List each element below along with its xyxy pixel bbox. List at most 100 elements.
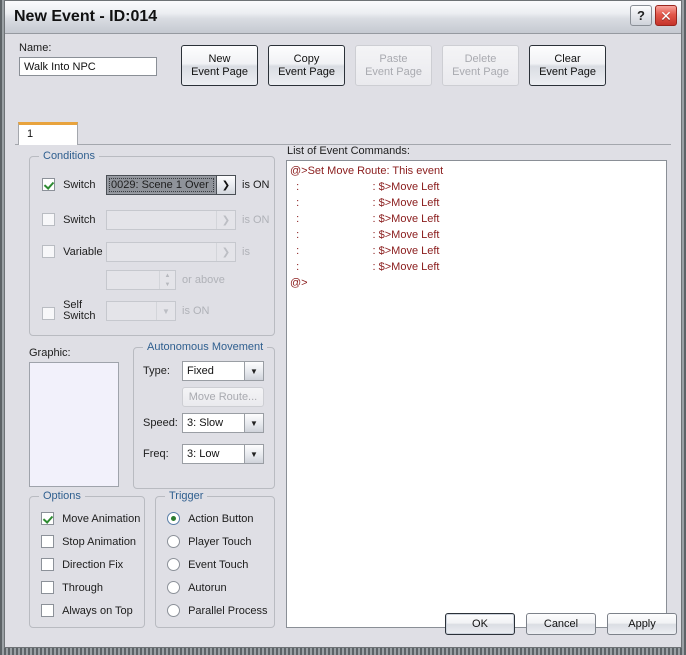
clear-event-page-line1: Clear xyxy=(554,52,581,65)
copy-event-page-line1: Copy xyxy=(293,52,320,65)
variable-stepper-suffix: or above xyxy=(182,274,225,286)
autorun-label: Autorun xyxy=(188,581,227,594)
option-move-animation[interactable]: Move Animation xyxy=(41,512,140,525)
movement-speed-value: 3: Slow xyxy=(187,417,224,429)
stop-animation-label: Stop Animation xyxy=(62,535,137,548)
cancel-button[interactable]: Cancel xyxy=(526,613,596,635)
self-switch-select: ▼ xyxy=(106,301,176,321)
condition-switch1-row: Switch xyxy=(42,178,95,191)
event-editor-window: New Event - ID:014 ? ✕ Name: New Event P… xyxy=(4,0,682,648)
event-commands-label: List of Event Commands: xyxy=(287,145,410,157)
switch1-suffix: is ON xyxy=(242,179,270,191)
window-title: New Event - ID:014 xyxy=(14,8,158,25)
switch2-browse-icon: ❯ xyxy=(216,211,235,229)
list-item[interactable]: : : $>Move Left xyxy=(290,195,666,211)
ok-button[interactable]: OK xyxy=(445,613,515,635)
list-item[interactable]: : : $>Move Left xyxy=(290,243,666,259)
switch1-checkbox[interactable] xyxy=(42,178,55,191)
variable-suffix: is xyxy=(242,246,250,258)
copy-event-page-button[interactable]: Copy Event Page xyxy=(268,45,345,86)
trigger-player-touch[interactable]: Player Touch xyxy=(167,535,251,548)
switch1-value: 0029: Scene 1 Over xyxy=(108,177,215,193)
close-button[interactable]: ✕ xyxy=(655,5,677,26)
self-switch-label-line2: Switch xyxy=(63,310,96,322)
self-switch-checkbox[interactable] xyxy=(42,307,55,320)
chevron-down-icon[interactable]: ▼ xyxy=(244,414,263,432)
list-item[interactable]: : : $>Move Left xyxy=(290,211,666,227)
list-item[interactable]: @> xyxy=(290,275,666,291)
event-touch-label: Event Touch xyxy=(188,558,249,571)
delete-event-page-line2: Event Page xyxy=(452,65,509,78)
movement-freq-value: 3: Low xyxy=(187,448,220,460)
clear-event-page-line2: Event Page xyxy=(539,65,596,78)
variable-label: Variable xyxy=(63,245,103,258)
trigger-autorun[interactable]: Autorun xyxy=(167,581,227,594)
variable-checkbox[interactable] xyxy=(42,245,55,258)
trigger-action-button[interactable]: Action Button xyxy=(167,512,254,525)
list-item[interactable]: : : $>Move Left xyxy=(290,259,666,275)
list-item[interactable]: @>Set Move Route: This event xyxy=(290,163,666,179)
switch2-select: ❯ xyxy=(106,210,236,230)
autorun-radio[interactable] xyxy=(167,581,180,594)
list-item[interactable]: : : $>Move Left xyxy=(290,179,666,195)
options-legend: Options xyxy=(39,490,85,502)
autonomous-movement-group: Autonomous Movement Type: Fixed ▼ Move R… xyxy=(133,341,275,489)
action-button-label: Action Button xyxy=(188,512,254,525)
options-group: Options Move Animation Stop Animation Di… xyxy=(29,490,145,628)
tab-page-1[interactable]: 1 xyxy=(18,122,78,145)
stop-animation-checkbox[interactable] xyxy=(41,535,54,548)
option-through[interactable]: Through xyxy=(41,581,103,594)
switch1-select[interactable]: 0029: Scene 1 Over ❯ xyxy=(106,175,236,195)
action-button-radio[interactable] xyxy=(167,512,180,525)
name-label: Name: xyxy=(19,42,52,54)
delete-event-page-button: Delete Event Page xyxy=(442,45,519,86)
event-commands-list[interactable]: @>Set Move Route: This event : : $>Move … xyxy=(286,160,667,628)
through-checkbox[interactable] xyxy=(41,581,54,594)
event-page-tab-strip: 1 xyxy=(15,122,671,145)
move-animation-checkbox[interactable] xyxy=(41,512,54,525)
movement-freq-select[interactable]: 3: Low ▼ xyxy=(182,444,264,464)
graphic-preview-box[interactable] xyxy=(29,362,119,487)
movement-type-select[interactable]: Fixed ▼ xyxy=(182,361,264,381)
title-bar-buttons: ? ✕ xyxy=(630,5,677,26)
list-item[interactable]: : : $>Move Left xyxy=(290,227,666,243)
movement-type-value: Fixed xyxy=(187,365,214,377)
delete-event-page-line1: Delete xyxy=(464,52,497,65)
switch1-label: Switch xyxy=(63,178,96,191)
new-event-page-button[interactable]: New Event Page xyxy=(181,45,258,86)
direction-fix-label: Direction Fix xyxy=(62,558,124,571)
option-direction-fix[interactable]: Direction Fix xyxy=(41,558,123,571)
player-touch-radio[interactable] xyxy=(167,535,180,548)
switch2-checkbox[interactable] xyxy=(42,213,55,226)
move-animation-label: Move Animation xyxy=(62,512,141,525)
autonomous-movement-legend: Autonomous Movement xyxy=(143,341,268,353)
variable-value xyxy=(107,243,216,261)
trigger-event-touch[interactable]: Event Touch xyxy=(167,558,248,571)
close-icon: ✕ xyxy=(660,7,672,24)
switch1-browse-icon[interactable]: ❯ xyxy=(216,176,235,194)
chevron-down-icon[interactable]: ▼ xyxy=(244,445,263,463)
conditions-legend: Conditions xyxy=(39,150,99,162)
conditions-group: Conditions Switch 0029: Scene 1 Over ❯ i… xyxy=(29,150,275,336)
chevron-down-icon[interactable]: ▼ xyxy=(244,362,263,380)
player-touch-label: Player Touch xyxy=(188,535,252,548)
variable-stepper-buttons: ▲ ▼ xyxy=(159,271,175,289)
movement-speed-select[interactable]: 3: Slow ▼ xyxy=(182,413,264,433)
through-label: Through xyxy=(62,581,104,594)
event-header-row: Name: New Event Page Copy Event Page Pas… xyxy=(15,42,671,90)
clear-event-page-button[interactable]: Clear Event Page xyxy=(529,45,606,86)
speed-label: Speed: xyxy=(143,417,178,429)
help-button[interactable]: ? xyxy=(630,5,652,26)
freq-label: Freq: xyxy=(143,448,169,460)
self-switch-label: Self Switch xyxy=(63,300,95,322)
copy-event-page-line2: Event Page xyxy=(278,65,335,78)
condition-self-switch-row: Self Switch xyxy=(42,300,95,322)
direction-fix-checkbox[interactable] xyxy=(41,558,54,571)
graphic-label: Graphic: xyxy=(29,347,71,359)
stepper-up-icon: ▲ xyxy=(164,272,171,279)
event-touch-radio[interactable] xyxy=(167,558,180,571)
name-input[interactable] xyxy=(19,57,157,76)
option-stop-animation[interactable]: Stop Animation xyxy=(41,535,136,548)
apply-button[interactable]: Apply xyxy=(607,613,677,635)
variable-browse-icon: ❯ xyxy=(216,243,235,261)
